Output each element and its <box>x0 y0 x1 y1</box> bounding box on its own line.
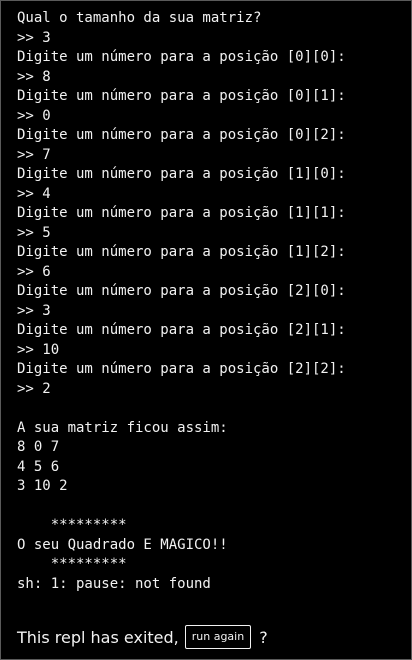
console-line: >> 0 <box>17 107 51 124</box>
console-line: Digite um número para a posição [0][1]: <box>17 88 346 104</box>
console-line: Digite um número para a posição [0][0]: <box>17 49 346 65</box>
repl-console-window: Qual o tamanho da sua matriz? >> 3 Digite … <box>0 0 412 660</box>
console-line: >> 10 <box>17 341 60 358</box>
console-line: Digite um número para a posição [2][2]: <box>17 361 346 377</box>
repl-exit-bar: This repl has exited, run again ? <box>17 623 268 651</box>
console-line: Digite um número para a posição [0][2]: <box>17 127 346 143</box>
console-output: Qual o tamanho da sua matriz? >> 3 Digite … <box>17 9 407 594</box>
console-line: Digite um número para a posição [2][1]: <box>17 322 346 338</box>
console-line: A sua matriz ficou assim: <box>17 419 228 436</box>
console-line: O seu Quadrado E MAGICO!! <box>17 536 228 553</box>
console-line: >> 2 <box>17 380 51 397</box>
console-line: Digite um número para a posição [2][0]: <box>17 283 346 299</box>
console-line: 8 0 7 <box>17 439 60 455</box>
console-line: ********* <box>17 556 127 572</box>
console-line: >> 3 <box>17 29 51 46</box>
console-line: >> 6 <box>17 263 51 280</box>
console-line: Qual o tamanho da sua matriz? <box>17 10 262 26</box>
console-line: Digite um número para a posição [1][1]: <box>17 205 346 221</box>
console-line: >> 4 <box>17 185 51 202</box>
console-line: ********* <box>17 517 127 533</box>
exit-question-mark: ? <box>259 627 268 647</box>
run-again-button[interactable]: run again <box>184 625 252 649</box>
console-line: >> 7 <box>17 146 51 163</box>
console-line: 4 5 6 <box>17 458 60 475</box>
exit-message: This repl has exited, <box>17 627 179 647</box>
console-line: Digite um número para a posição [1][2]: <box>17 244 346 260</box>
console-line: >> 5 <box>17 224 51 241</box>
console-line: >> 3 <box>17 302 51 319</box>
console-line: sh: 1: pause: not found <box>17 575 211 592</box>
console-line: Digite um número para a posição [1][0]: <box>17 166 346 182</box>
console-line: 3 10 2 <box>17 478 68 494</box>
console-line: >> 8 <box>17 68 51 85</box>
